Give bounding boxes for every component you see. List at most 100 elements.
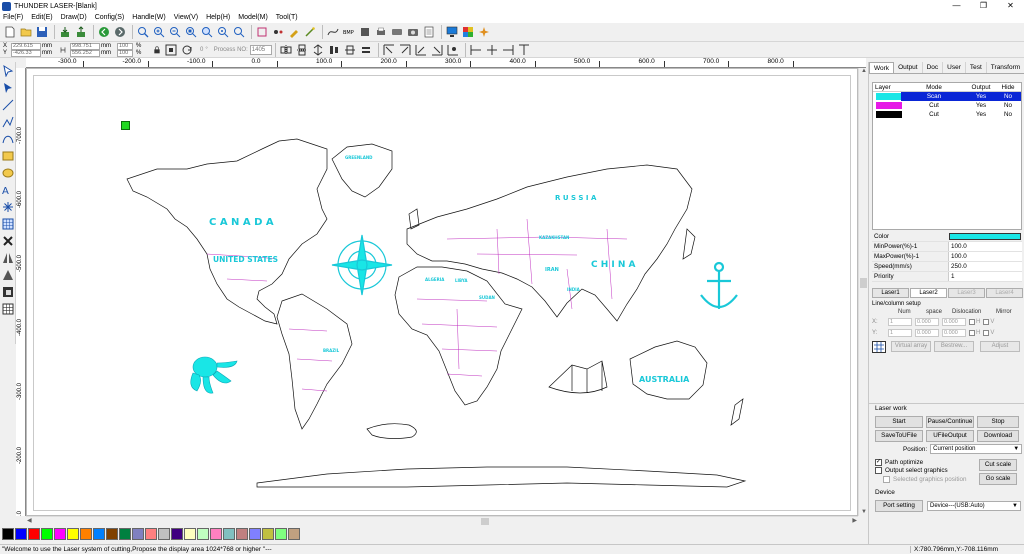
curve-tool[interactable] (1, 132, 15, 146)
width-input[interactable]: 998.751 (70, 42, 100, 50)
menu-file[interactable]: File(F) (3, 14, 23, 21)
color-swatch[interactable] (275, 528, 287, 540)
select-tool[interactable] (1, 64, 15, 78)
print-button[interactable] (374, 25, 388, 39)
array-x-space[interactable]: 0.000 (915, 317, 939, 326)
table-tool[interactable] (1, 302, 15, 316)
process-no-input[interactable]: 1405 (249, 44, 272, 55)
prop-value[interactable]: 100.0 (948, 252, 1022, 261)
zoom-window-button[interactable] (184, 25, 198, 39)
prop-value[interactable]: 100.0 (948, 242, 1022, 251)
lock-ratio-button[interactable] (152, 43, 162, 57)
selected-pos-checkbox[interactable] (883, 476, 890, 483)
tab-test[interactable]: Test (966, 62, 987, 73)
color-swatch[interactable] (145, 528, 157, 540)
pen-tool-button[interactable] (287, 25, 301, 39)
menu-config[interactable]: Config(S) (95, 14, 125, 21)
horizontal-scroll-thumb[interactable] (481, 518, 489, 525)
color-swatch[interactable] (67, 528, 79, 540)
align-top-button[interactable] (517, 43, 531, 57)
x-position-input[interactable]: 229.615 (11, 42, 41, 50)
layer-hide[interactable]: No (995, 110, 1021, 119)
zoom-all-button[interactable] (232, 25, 246, 39)
port-setting-button[interactable]: Port setting (875, 500, 923, 512)
delete-tool[interactable] (1, 234, 15, 248)
mirror-v-checkbox[interactable] (983, 318, 990, 325)
virtual-array-button[interactable]: Virtual array (891, 341, 931, 352)
scroll-up-icon[interactable]: ▲ (861, 67, 867, 76)
align-center-button[interactable] (327, 43, 341, 57)
wand-tool-button[interactable] (303, 25, 317, 39)
align-right-button[interactable] (501, 43, 515, 57)
monitor-button[interactable] (445, 25, 459, 39)
close-button[interactable]: ✕ (997, 0, 1024, 12)
dot-tool[interactable] (1, 200, 15, 214)
tab-output[interactable]: Output (894, 62, 923, 73)
new-file-button[interactable] (3, 25, 17, 39)
zoom-page-button[interactable] (200, 25, 214, 39)
position-select[interactable]: Current position ▼ (930, 444, 1023, 454)
layer-hide[interactable]: No (995, 92, 1021, 101)
menu-handle[interactable]: Handle(W) (132, 14, 165, 21)
prop-value[interactable]: 1 (948, 272, 1022, 281)
height-input[interactable]: 556.252 (70, 49, 100, 57)
table-row[interactable]: Cut Yes No (873, 110, 1021, 119)
grid-tool[interactable] (1, 217, 15, 231)
align-top-right-button[interactable] (398, 43, 412, 57)
world-map-drawing[interactable]: C A N A D A UNITED STATES GREENLAND BRAZ… (27, 69, 858, 516)
start-button[interactable]: Start (875, 416, 923, 428)
color-swatch[interactable] (54, 528, 66, 540)
menu-draw[interactable]: Draw(D) (61, 14, 87, 21)
effects-button[interactable] (477, 25, 491, 39)
zoom-in-button[interactable] (152, 25, 166, 39)
scale-x-input[interactable]: 100 (117, 42, 133, 50)
vertical-scrollbar[interactable]: ▲ ▼ (858, 68, 867, 516)
rectangle-tool[interactable] (1, 149, 15, 163)
ufile-output-button[interactable]: UFileOutput (926, 430, 974, 442)
bitmap-button[interactable]: BMP (342, 25, 356, 39)
output-select-checkbox[interactable] (875, 467, 882, 474)
color-swatch[interactable] (80, 528, 92, 540)
fill-button[interactable] (358, 25, 372, 39)
menu-edit[interactable]: Edit(E) (31, 14, 52, 21)
cut-scale-button[interactable]: Cut scale (979, 459, 1017, 471)
layer-mode[interactable]: Cut (901, 110, 967, 119)
laser1-tab[interactable]: Laser1 (872, 288, 909, 298)
scale-y-input[interactable]: 100 (117, 49, 133, 57)
undo-button[interactable] (97, 25, 111, 39)
align-center-point-button[interactable] (446, 43, 460, 57)
table-row[interactable]: Cut Yes No (873, 101, 1021, 110)
ellipse-tool[interactable] (1, 166, 15, 180)
scale-center-button[interactable] (164, 43, 178, 57)
bestrew-button[interactable]: Bestrew... (934, 341, 974, 352)
zoom-selection-button[interactable] (216, 25, 230, 39)
device-select[interactable]: Device---(USB:Auto) ▼ (927, 501, 1021, 511)
download-button[interactable]: Download (977, 430, 1019, 442)
align-middle-button[interactable] (343, 43, 357, 57)
minimize-button[interactable]: — (943, 0, 970, 12)
offset-tool[interactable] (1, 285, 15, 299)
device-button[interactable] (390, 25, 404, 39)
laser2-tab[interactable]: Laser2 (910, 288, 947, 298)
import-button[interactable] (58, 25, 72, 39)
color-swatch[interactable] (28, 528, 40, 540)
export-button[interactable] (74, 25, 88, 39)
color-swatch[interactable] (171, 528, 183, 540)
align-top-left-button[interactable] (382, 43, 396, 57)
menu-tool[interactable]: Tool(T) (276, 14, 298, 21)
rotate-button[interactable] (180, 43, 194, 57)
pause-continue-button[interactable]: Pause/Continue (926, 416, 974, 428)
array-y-dislocation[interactable]: 0.000 (942, 328, 966, 337)
array-y-num[interactable]: 1 (888, 328, 912, 337)
mirror-h-checkbox[interactable] (969, 318, 975, 325)
prop-value[interactable]: 250.0 (948, 262, 1022, 271)
lock-position-button[interactable] (58, 43, 68, 57)
text-tool[interactable]: A (1, 183, 15, 197)
save-to-ufile-button[interactable]: SaveToUFile (875, 430, 923, 442)
align-left-button[interactable] (469, 43, 483, 57)
node-edit-button[interactable] (271, 25, 285, 39)
curve-tool-button[interactable] (326, 25, 340, 39)
vertical-scroll-thumb[interactable] (860, 278, 867, 288)
tab-work[interactable]: Work (869, 62, 895, 73)
stop-button[interactable]: Stop (977, 416, 1019, 428)
